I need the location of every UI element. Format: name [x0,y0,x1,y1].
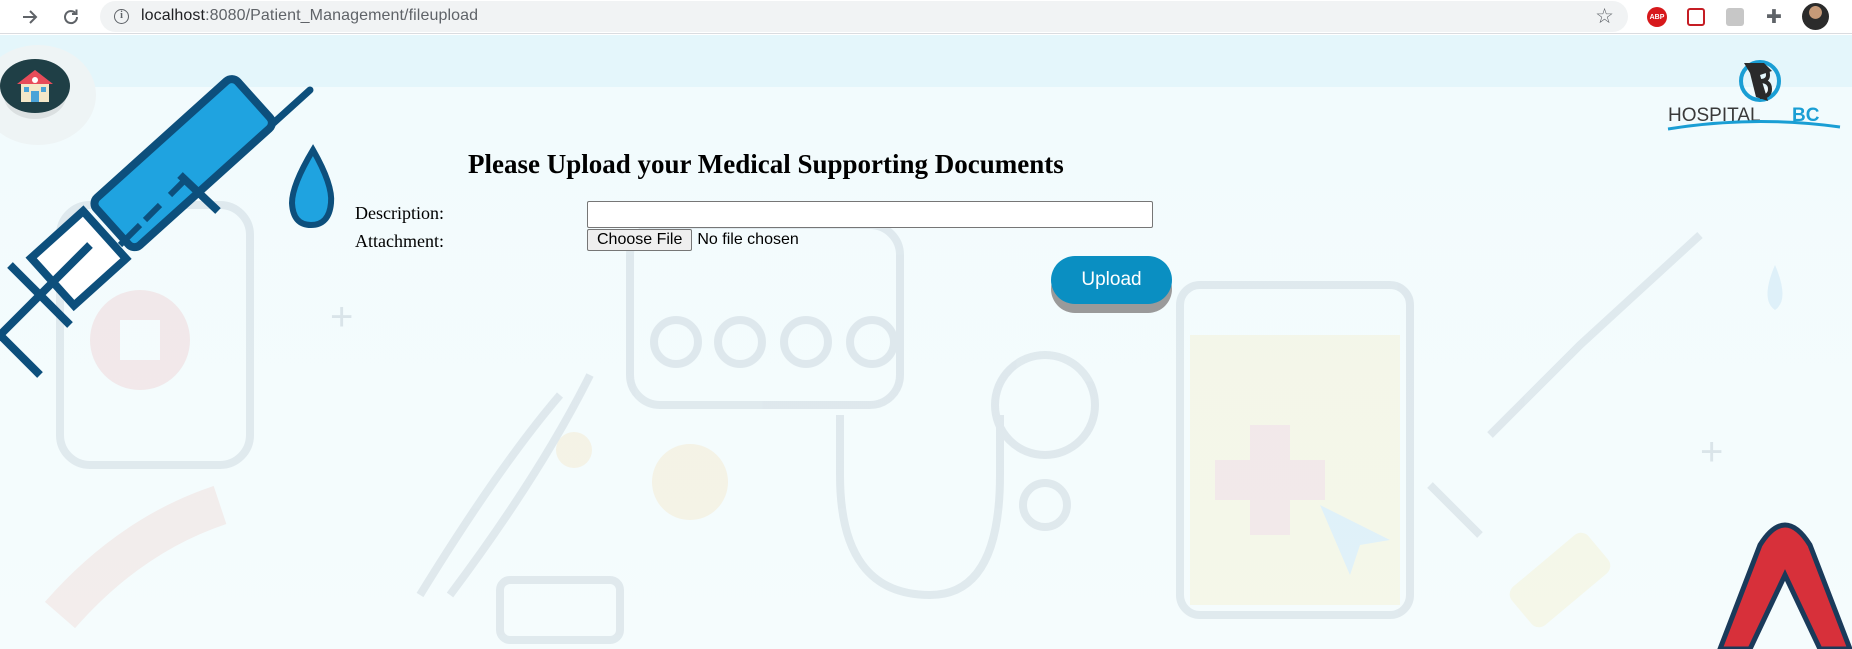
hospital-bc-logo: HOSPITAL BC [1667,60,1841,131]
awareness-ribbon-icon [1717,522,1852,649]
adblock-icon: ABP [1647,7,1667,27]
url-path: :8080/Patient_Management/fileupload [205,7,479,24]
adblock-extension-button[interactable]: ABP [1646,6,1668,28]
file-input[interactable]: Choose File No file chosen [587,229,799,251]
description-input[interactable] [587,201,1153,228]
choose-file-button[interactable]: Choose File [587,229,693,251]
profile-avatar[interactable] [1802,3,1829,30]
info-icon[interactable]: i [114,9,129,24]
description-label: Description: [355,203,444,223]
browser-toolbar: i localhost:8080/Patient_Management/file… [0,0,1852,34]
url-text[interactable]: localhost:8080/Patient_Management/fileup… [141,7,478,25]
extensions-menu-button[interactable]: ✚ [1763,6,1785,28]
attachment-label: Attachment: [355,231,444,251]
shield-extension-button[interactable] [1685,6,1707,28]
page-title: Please Upload your Medical Supporting Do… [468,149,1064,179]
extension-icon [1726,8,1744,26]
svg-text:+: + [330,295,353,339]
star-icon[interactable]: ☆ [1595,4,1614,29]
background-illustration: + + [0,75,1852,649]
home-button[interactable] [0,59,70,113]
svg-text:+: + [1700,430,1723,474]
puzzle-icon: ✚ [1766,6,1782,28]
extension-button[interactable] [1724,6,1746,28]
shield-icon [1687,8,1705,26]
reload-button[interactable] [57,3,85,31]
arrow-right-icon [23,10,38,24]
upload-button[interactable]: Upload [1051,256,1172,304]
reload-icon [64,9,79,25]
address-bar[interactable]: i localhost:8080/Patient_Management/file… [100,1,1628,32]
hospital-home-icon [17,70,53,102]
page-body: + + HOSPITAL BC Please Upload your Medic… [0,35,1852,649]
url-host: localhost [141,7,206,24]
file-status-text: No file chosen [697,231,799,248]
forward-button[interactable] [16,3,44,31]
